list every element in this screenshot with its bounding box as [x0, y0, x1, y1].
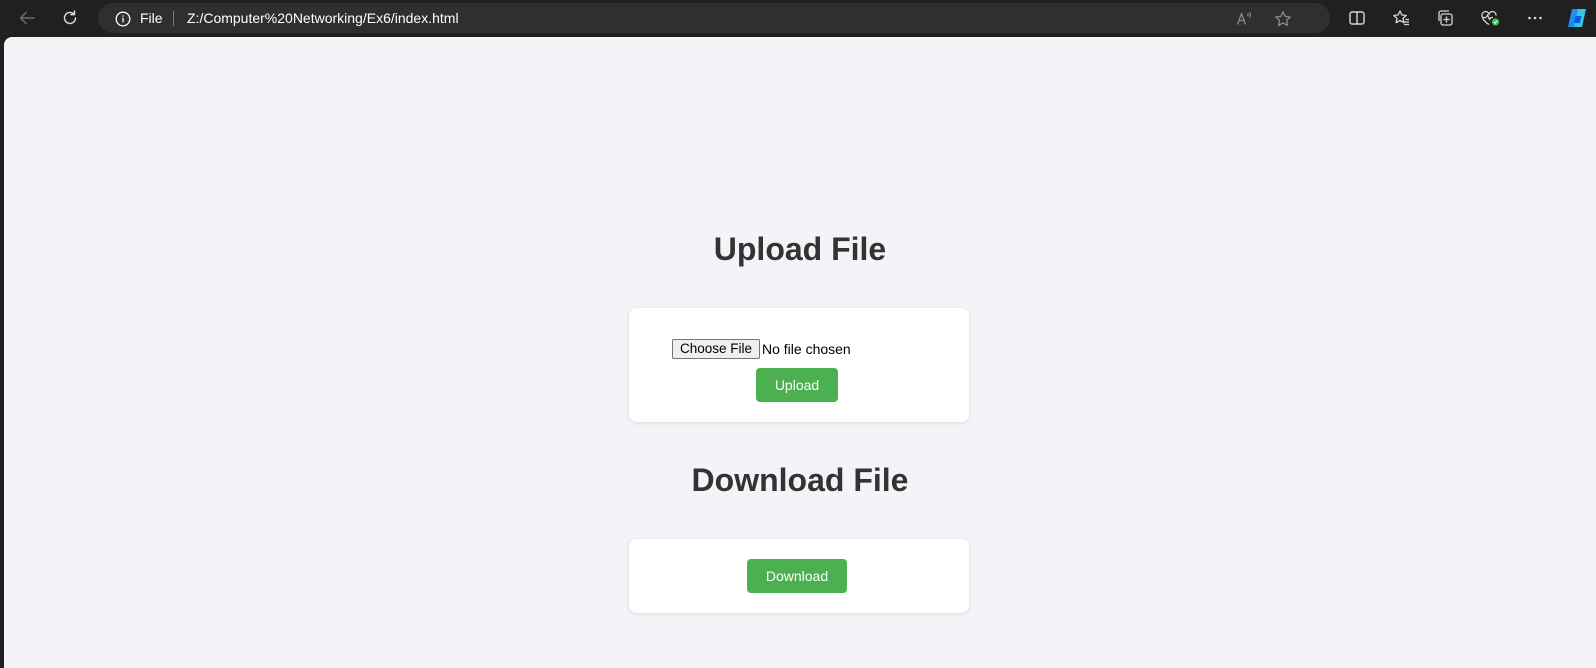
address-bar[interactable]: File Z:/Computer%20Networking/Ex6/index.…	[98, 3, 1330, 33]
browser-toolbar: File Z:/Computer%20Networking/Ex6/index.…	[0, 0, 1596, 36]
page-viewport: Upload File Choose File No file chosen U…	[4, 37, 1596, 668]
site-info-label[interactable]: File	[140, 10, 163, 26]
file-status-text: No file chosen	[762, 341, 851, 357]
upload-button[interactable]: Upload	[756, 368, 838, 402]
download-heading: Download File	[691, 462, 909, 498]
info-icon[interactable]	[115, 11, 131, 32]
address-divider	[173, 11, 174, 26]
read-aloud-icon[interactable]	[1234, 9, 1254, 29]
star-icon[interactable]	[1273, 9, 1293, 29]
refresh-icon[interactable]	[56, 4, 84, 32]
copilot-icon[interactable]	[1563, 4, 1591, 32]
more-icon[interactable]	[1521, 4, 1549, 32]
download-card: Download	[629, 539, 969, 613]
collections-icon[interactable]	[1431, 4, 1459, 32]
upload-card: Choose File No file chosen Upload	[629, 308, 969, 422]
favorites-icon[interactable]	[1387, 4, 1415, 32]
heart-pulse-icon[interactable]	[1476, 4, 1504, 32]
download-button[interactable]: Download	[747, 559, 847, 593]
back-arrow-icon[interactable]	[13, 4, 41, 32]
url-text[interactable]: Z:/Computer%20Networking/Ex6/index.html	[187, 10, 459, 26]
upload-heading: Upload File	[713, 231, 887, 267]
split-screen-icon[interactable]	[1343, 4, 1371, 32]
choose-file-button[interactable]: Choose File	[672, 339, 761, 359]
